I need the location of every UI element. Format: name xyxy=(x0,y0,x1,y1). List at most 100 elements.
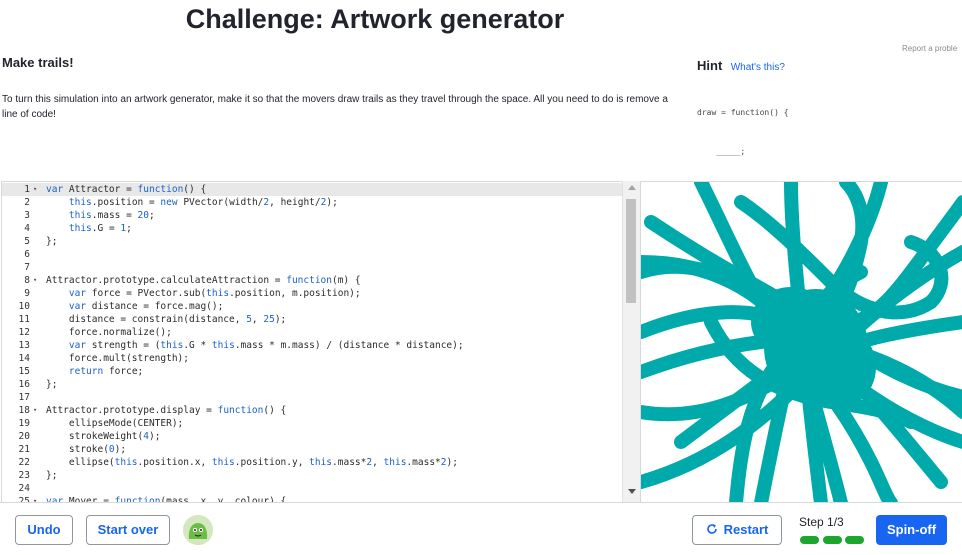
code-text: var force = PVector.sub(this.position, m… xyxy=(68,288,361,299)
line-number: 20 xyxy=(18,431,30,442)
code-text: }; xyxy=(46,379,58,390)
line-number: 14 xyxy=(18,353,30,364)
line-number: 8 xyxy=(24,275,30,286)
editor-line[interactable]: 13 var strength = (this.G * this.mass * … xyxy=(2,339,622,352)
editor-line[interactable]: 12 force.normalize(); xyxy=(2,326,622,339)
line-number: 3 xyxy=(24,210,30,221)
code-text: }; xyxy=(46,236,58,247)
fold-arrow-icon[interactable]: ▾ xyxy=(33,404,37,417)
code-text: var Attractor = function() { xyxy=(46,184,207,195)
code-text: this.mass = 20; xyxy=(68,210,155,221)
editor-line[interactable]: 16}; xyxy=(2,378,622,391)
line-number: 16 xyxy=(18,379,30,390)
output-canvas[interactable] xyxy=(640,181,962,502)
editor-line[interactable]: 4 this.G = 1; xyxy=(2,222,622,235)
hint-code-line: draw = function() { xyxy=(697,108,789,117)
hint-code-line: _____; xyxy=(697,147,746,156)
editor-line[interactable]: 24 xyxy=(2,482,622,495)
editor-scrollbar[interactable] xyxy=(622,181,640,502)
line-number: 15 xyxy=(18,366,30,377)
line-number: 2 xyxy=(24,197,30,208)
hint-title: Hint xyxy=(697,58,723,73)
line-number: 23 xyxy=(18,470,30,481)
fold-arrow-icon[interactable]: ▾ xyxy=(33,183,37,196)
editor-line[interactable]: 20 strokeWeight(4); xyxy=(2,430,622,443)
line-number: 17 xyxy=(18,392,30,403)
editor-line[interactable]: 14 force.mult(strength); xyxy=(2,352,622,365)
code-text: strokeWeight(4); xyxy=(46,431,161,442)
editor-line[interactable]: 3 this.mass = 20; xyxy=(2,209,622,222)
line-number: 6 xyxy=(24,249,30,260)
editor-line[interactable]: 2 this.position = new PVector(width/2, h… xyxy=(2,196,622,209)
code-editor[interactable]: 1 ▾ var Attractor = function() {2 this.pos… xyxy=(1,181,640,504)
code-text: stroke(0); xyxy=(46,444,127,455)
restart-label: Restart xyxy=(723,522,769,537)
editor-line[interactable]: 9 var force = PVector.sub(this.position,… xyxy=(2,287,622,300)
step-description: To turn this simulation into an artwork … xyxy=(2,94,668,120)
code-text: Attractor.prototype.calculateAttraction … xyxy=(46,275,361,286)
editor-line[interactable]: 6 xyxy=(2,248,622,261)
progress-segment xyxy=(822,536,842,544)
line-number: 7 xyxy=(24,262,30,273)
editor-line[interactable]: 21 stroke(0); xyxy=(2,443,622,456)
code-text: distance = constrain(distance, 5, 25); xyxy=(46,314,287,325)
line-number: 1 xyxy=(24,184,30,195)
editor-line[interactable]: 7 xyxy=(2,261,622,274)
restart-icon xyxy=(706,516,718,544)
page-title: Challenge: Artwork generator xyxy=(185,4,565,34)
restart-button[interactable]: Restart xyxy=(692,515,782,545)
editor-line[interactable]: 22 ellipse(this.position.x, this.positio… xyxy=(2,456,622,469)
spin-off-button[interactable]: Spin-off xyxy=(876,515,947,545)
scroll-down-arrow-icon[interactable] xyxy=(628,489,636,494)
undo-button[interactable]: Undo xyxy=(15,515,73,545)
editor-line[interactable]: 5}; xyxy=(2,235,622,248)
line-number: 22 xyxy=(18,457,30,468)
code-text: }; xyxy=(46,470,58,481)
code-text: this.G = 1; xyxy=(68,223,132,234)
step-subtitle: Make trails! xyxy=(2,55,74,70)
line-number: 18 xyxy=(18,405,30,416)
code-text: return force; xyxy=(68,366,144,377)
footer-toolbar: Undo Start over Restart Step 1/3 Spin-of… xyxy=(0,502,962,555)
step-indicator: Step 1/3 xyxy=(799,515,844,529)
editor-line[interactable]: 18 ▾ Attractor.prototype.display = functio… xyxy=(2,404,622,417)
start-over-button[interactable]: Start over xyxy=(86,515,170,545)
line-number: 4 xyxy=(24,223,30,234)
avatar[interactable] xyxy=(183,515,213,545)
code-text: force.mult(strength); xyxy=(46,353,189,364)
code-text: var distance = force.mag(); xyxy=(68,301,224,312)
hint-header: Hint What's this? xyxy=(697,57,785,75)
line-number: 12 xyxy=(18,327,30,338)
fold-arrow-icon[interactable]: ▾ xyxy=(33,274,37,287)
code-text: var strength = (this.G * this.mass * m.m… xyxy=(68,340,464,351)
artwork-trails xyxy=(641,182,962,502)
line-number: 5 xyxy=(24,236,30,247)
code-text: Attractor.prototype.display = function()… xyxy=(46,405,287,416)
editor-line[interactable]: 15 return force; xyxy=(2,365,622,378)
line-number: 11 xyxy=(18,314,30,325)
line-number: 9 xyxy=(24,288,30,299)
report-problem-link[interactable]: Report a proble xyxy=(902,44,962,53)
code-text: ellipse(this.position.x, this.position.y… xyxy=(46,457,458,468)
line-number: 19 xyxy=(18,418,30,429)
editor-line[interactable]: 8 ▾ Attractor.prototype.calculateAttractio… xyxy=(2,274,622,287)
line-number: 24 xyxy=(18,483,30,494)
whats-this-link[interactable]: What's this? xyxy=(731,62,785,73)
editor-line[interactable]: 1 ▾ var Attractor = function() { xyxy=(2,183,622,196)
line-number: 13 xyxy=(18,340,30,351)
line-number: 21 xyxy=(18,444,30,455)
line-number: 10 xyxy=(18,301,30,312)
code-text: ellipseMode(CENTER); xyxy=(46,418,184,429)
progress-segment xyxy=(845,536,864,544)
scroll-up-arrow-icon[interactable] xyxy=(628,185,636,190)
editor-line[interactable]: 11 distance = constrain(distance, 5, 25)… xyxy=(2,313,622,326)
code-text: this.position = new PVector(width/2, hei… xyxy=(68,197,338,208)
scroll-thumb[interactable] xyxy=(626,199,636,303)
editor-line[interactable]: 23}; xyxy=(2,469,622,482)
editor-line[interactable]: 17 xyxy=(2,391,622,404)
code-text: force.normalize(); xyxy=(46,327,172,338)
avatar-character-icon xyxy=(183,515,213,545)
progress-segment xyxy=(800,536,819,544)
editor-line[interactable]: 10 var distance = force.mag(); xyxy=(2,300,622,313)
editor-line[interactable]: 19 ellipseMode(CENTER); xyxy=(2,417,622,430)
